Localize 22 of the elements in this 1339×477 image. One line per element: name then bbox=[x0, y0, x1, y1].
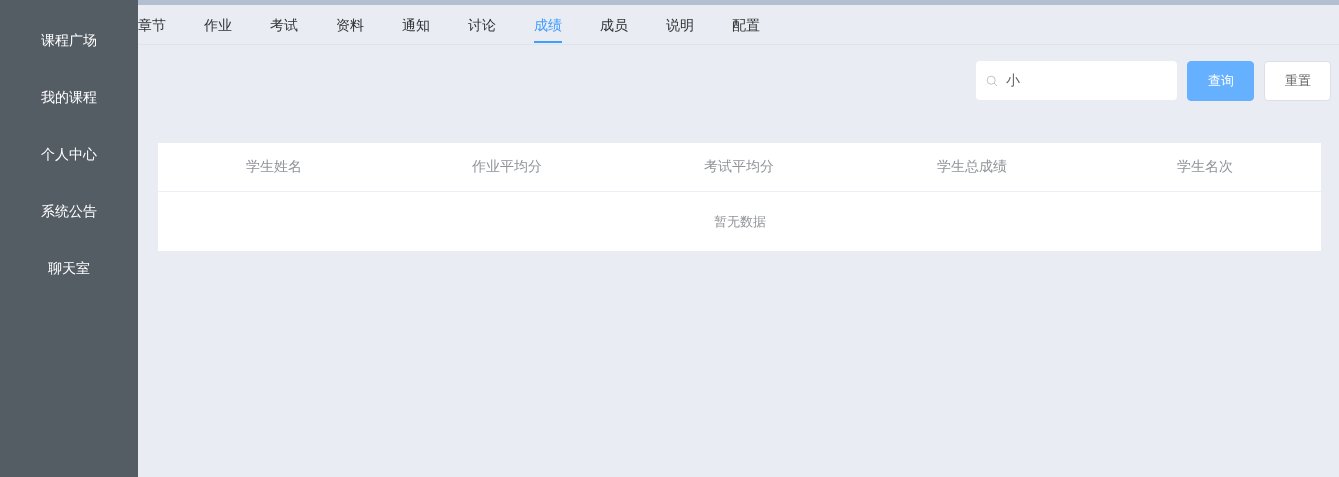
tab[interactable]: 配置 bbox=[732, 5, 798, 44]
tab[interactable]: 说明 bbox=[666, 5, 732, 44]
sidebar-item[interactable]: 聊天室 bbox=[29, 256, 109, 313]
column-header: 学生名次 bbox=[1175, 158, 1234, 176]
tab[interactable]: 成员 bbox=[600, 5, 666, 44]
sidebar-item[interactable]: 我的课程 bbox=[29, 85, 109, 142]
reset-button[interactable]: 重置 bbox=[1264, 60, 1331, 101]
column-header: 学生总成绩 bbox=[936, 158, 1009, 176]
tab[interactable]: 资料 bbox=[336, 5, 402, 44]
sidebar-item[interactable]: 系统公告 bbox=[29, 199, 109, 256]
tab[interactable]: 作业 bbox=[204, 5, 270, 44]
tab[interactable]: 通知 bbox=[402, 5, 468, 44]
column-header: 作业平均分 bbox=[470, 158, 543, 176]
sidebar-item[interactable]: 个人中心 bbox=[29, 142, 109, 199]
column-header: 考试平均分 bbox=[703, 158, 776, 176]
sidebar-item[interactable]: 课程广场 bbox=[29, 28, 109, 85]
tab[interactable]: 章节 bbox=[138, 5, 204, 44]
tab[interactable]: 讨论 bbox=[468, 5, 534, 44]
tab[interactable]: 考试 bbox=[270, 5, 336, 44]
column-header: 学生姓名 bbox=[245, 158, 304, 176]
search-field[interactable]: 小 bbox=[976, 61, 1177, 100]
empty-text: 暂无数据 bbox=[713, 212, 766, 231]
